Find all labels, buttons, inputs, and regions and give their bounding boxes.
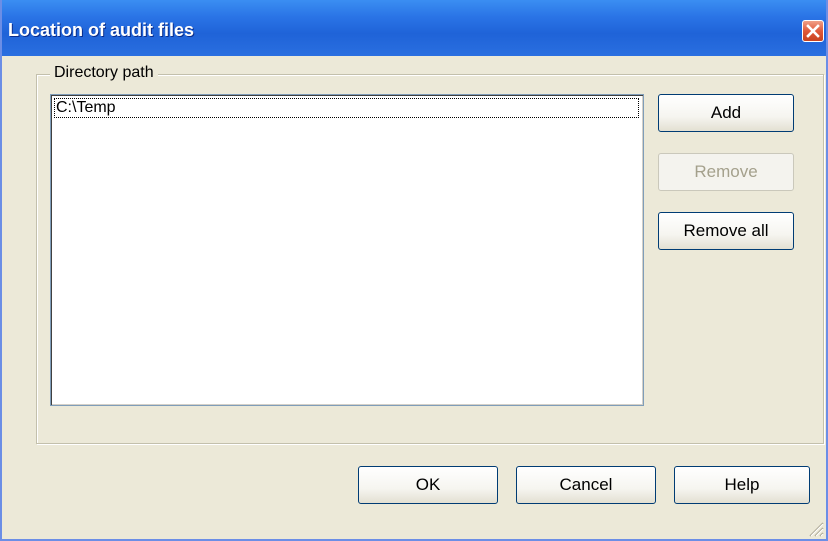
cancel-button[interactable]: Cancel xyxy=(516,466,656,504)
group-label: Directory path xyxy=(50,64,158,82)
close-icon xyxy=(806,24,820,38)
window-title: Location of audit files xyxy=(8,20,195,40)
remove-all-button[interactable]: Remove all xyxy=(658,212,794,250)
title-bar[interactable]: Location of audit files xyxy=(2,0,826,56)
dialog-window: Location of audit files Directory path C… xyxy=(0,0,828,541)
close-button[interactable] xyxy=(802,20,824,42)
add-button[interactable]: Add xyxy=(658,94,794,132)
resize-grip-icon[interactable] xyxy=(806,519,824,537)
directory-listbox[interactable]: C:\Temp xyxy=(50,94,644,406)
remove-button[interactable]: Remove xyxy=(658,153,794,191)
ok-button[interactable]: OK xyxy=(358,466,498,504)
help-button[interactable]: Help xyxy=(674,466,810,504)
list-item[interactable]: C:\Temp xyxy=(54,98,639,118)
